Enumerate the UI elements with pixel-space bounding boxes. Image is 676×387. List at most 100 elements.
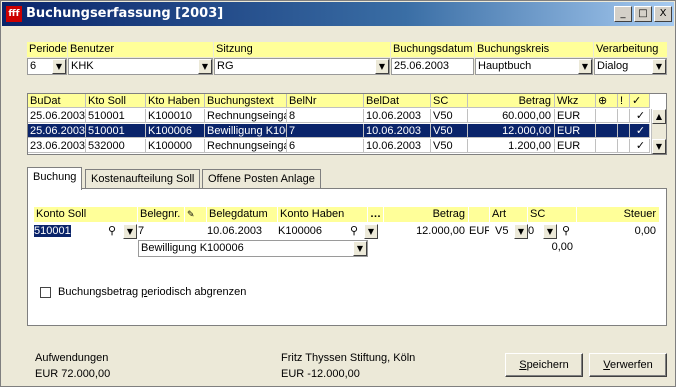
- more-icon[interactable]: …: [368, 207, 383, 222]
- sc-amount: 0,00: [551, 241, 573, 253]
- table-cell[interactable]: 12.000,00: [468, 124, 555, 138]
- table-cell[interactable]: 532000: [86, 139, 146, 153]
- table-cell[interactable]: K100010: [146, 109, 205, 123]
- benutzer-dropdown-icon[interactable]: ▼: [198, 59, 212, 74]
- table-cell[interactable]: 6: [287, 139, 364, 153]
- col-betrag[interactable]: Betrag: [468, 94, 555, 108]
- table-cell[interactable]: [596, 139, 618, 153]
- app-icon: fff: [6, 6, 22, 22]
- footer-left-value: EUR 72.000,00: [35, 368, 111, 380]
- col-kto-soll[interactable]: Kto Soll: [86, 94, 146, 108]
- table-cell[interactable]: 7: [287, 124, 364, 138]
- col-check-icon[interactable]: ✓: [630, 94, 650, 108]
- table-cell[interactable]: EUR: [555, 109, 596, 123]
- pen-icon[interactable]: ✎: [185, 207, 206, 222]
- buchungsdatum-field[interactable]: 25.06.2003: [391, 58, 474, 75]
- konto-haben-search-icon[interactable]: ⚲: [350, 224, 364, 239]
- konto-soll-dropdown-icon[interactable]: ▼: [123, 224, 137, 239]
- scroll-up-icon[interactable]: ▲: [652, 109, 666, 124]
- col-flag-icon[interactable]: !: [618, 94, 630, 108]
- steuer-field[interactable]: 0,00: [577, 224, 659, 239]
- scroll-down-icon[interactable]: ▼: [652, 139, 666, 154]
- col-wkz[interactable]: Wkz: [555, 94, 596, 108]
- check-icon[interactable]: ✓: [630, 124, 650, 138]
- verarbeitung-dropdown-icon[interactable]: ▼: [652, 59, 666, 74]
- buchungstext-dropdown-icon[interactable]: ▼: [353, 241, 367, 256]
- col-sc[interactable]: SC: [431, 94, 468, 108]
- label-buchungskreis: Buchungskreis: [475, 42, 593, 57]
- table-cell[interactable]: 8: [287, 109, 364, 123]
- table-scrollbar[interactable]: ▲ ▼: [651, 109, 666, 154]
- art-dropdown-icon[interactable]: ▼: [514, 224, 528, 239]
- table-cell[interactable]: 1.200,00: [468, 139, 555, 153]
- table-cell[interactable]: 10.06.2003: [364, 109, 431, 123]
- buchungstext-value: Bewilligung K100006: [141, 242, 244, 254]
- tab-panel-buchung: Konto Soll Belegnr. ✎ Belegdatum Konto H…: [27, 188, 667, 326]
- save-button[interactable]: Speichern: [505, 353, 583, 377]
- label-konto-haben: Konto Haben: [278, 207, 367, 222]
- konto-soll-search-icon[interactable]: ⚲: [108, 224, 122, 239]
- sitzung-select[interactable]: RG: [214, 58, 390, 75]
- table-cell[interactable]: K100006: [146, 124, 205, 138]
- close-button[interactable]: X: [654, 6, 672, 22]
- discard-button[interactable]: Verwerfen: [589, 353, 667, 377]
- table-cell[interactable]: 60.000,00: [468, 109, 555, 123]
- maximize-button[interactable]: □: [634, 6, 652, 22]
- table-cell[interactable]: V50: [431, 124, 468, 138]
- buchungsdatum-value: 25.06.2003: [394, 60, 450, 72]
- belegnr-field[interactable]: 7: [138, 224, 206, 239]
- sitzung-dropdown-icon[interactable]: ▼: [375, 59, 389, 74]
- table-cell[interactable]: V50: [431, 109, 468, 123]
- benutzer-select[interactable]: KHK: [68, 58, 213, 75]
- table-cell[interactable]: V50: [431, 139, 468, 153]
- col-buchungstext[interactable]: Buchungstext: [205, 94, 287, 108]
- table-cell[interactable]: 10.06.2003: [364, 139, 431, 153]
- label-sitzung: Sitzung: [214, 42, 390, 57]
- buchungskreis-select[interactable]: Hauptbuch: [475, 58, 593, 75]
- art-select[interactable]: V5: [495, 224, 515, 239]
- table-cell[interactable]: Bewilligung K1000: [205, 124, 287, 138]
- betrag-field[interactable]: 12.000,00: [384, 224, 468, 239]
- check-icon[interactable]: ✓: [630, 109, 650, 123]
- col-beldat[interactable]: BelDat: [364, 94, 431, 108]
- table-cell[interactable]: [618, 139, 630, 153]
- periodic-checkbox[interactable]: [40, 287, 51, 298]
- buchungskreis-dropdown-icon[interactable]: ▼: [578, 59, 592, 74]
- table-cell[interactable]: EUR: [555, 124, 596, 138]
- label-art: Art: [490, 207, 527, 222]
- col-belnr[interactable]: BelNr: [287, 94, 364, 108]
- konto-haben-dropdown-icon[interactable]: ▼: [364, 224, 378, 239]
- sitzung-value: RG: [217, 60, 234, 72]
- sc-dropdown-icon[interactable]: ▼: [543, 224, 557, 239]
- label-betrag: Betrag: [384, 207, 468, 222]
- title-bar[interactable]: fff Buchungserfassung [2003] _ □ X: [2, 2, 674, 26]
- table-cell[interactable]: 510001: [86, 124, 146, 138]
- tab-offene-posten-anlage[interactable]: Offene Posten Anlage: [202, 169, 321, 189]
- minimize-button[interactable]: _: [614, 6, 632, 22]
- check-icon[interactable]: ✓: [630, 139, 650, 153]
- table-cell[interactable]: K100000: [146, 139, 205, 153]
- table-cell[interactable]: [618, 109, 630, 123]
- save-button-underline: S: [519, 359, 527, 371]
- table-cell[interactable]: [596, 109, 618, 123]
- table-cell[interactable]: Rechnungseingan: [205, 109, 287, 123]
- table-cell[interactable]: 10.06.2003: [364, 124, 431, 138]
- konto-haben-field[interactable]: K100006: [278, 224, 348, 239]
- belegdatum-field[interactable]: 10.06.2003: [207, 224, 277, 239]
- table-cell[interactable]: [596, 124, 618, 138]
- table-cell[interactable]: 25.06.2003: [28, 109, 86, 123]
- table-cell[interactable]: [618, 124, 630, 138]
- table-cell[interactable]: EUR: [555, 139, 596, 153]
- col-refresh-icon[interactable]: ⊕: [596, 94, 618, 108]
- table-cell[interactable]: 510001: [86, 109, 146, 123]
- periode-dropdown-icon[interactable]: ▼: [52, 59, 66, 74]
- buchungstext-select[interactable]: Bewilligung K100006: [138, 240, 368, 257]
- col-kto-haben[interactable]: Kto Haben: [146, 94, 205, 108]
- table-cell[interactable]: 23.06.2003: [28, 139, 86, 153]
- tab-kostenaufteilung-soll[interactable]: Kostenaufteilung Soll: [85, 169, 201, 189]
- table-cell[interactable]: 25.06.2003: [28, 124, 86, 138]
- col-budat[interactable]: BuDat: [28, 94, 86, 108]
- sc-search-icon[interactable]: ⚲: [562, 224, 576, 239]
- table-cell[interactable]: Rechnungseingan: [205, 139, 287, 153]
- tab-buchung[interactable]: Buchung: [27, 167, 83, 190]
